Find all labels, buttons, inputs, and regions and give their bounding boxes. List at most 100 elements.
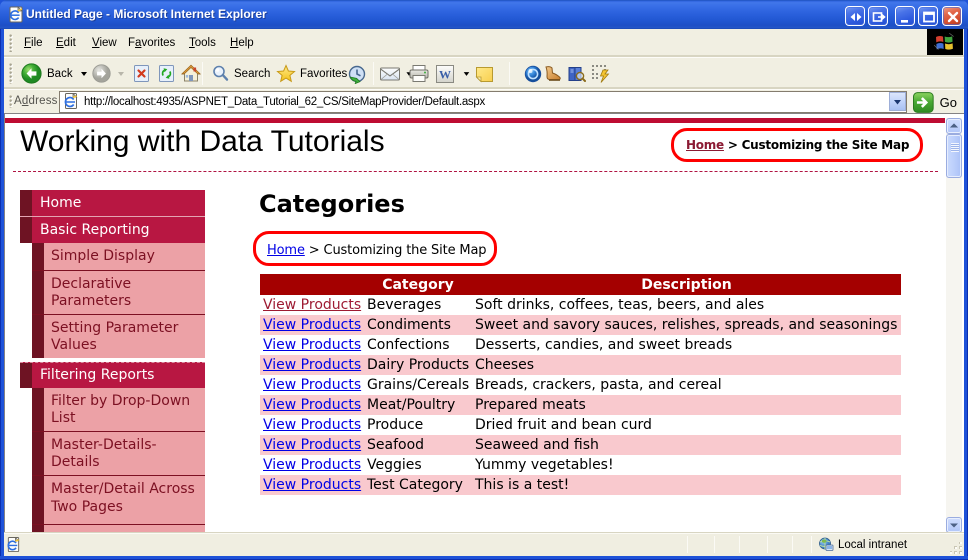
sidebar-item-master-detail-across-two-pages[interactable]: Master/Detail Across Two Pages — [32, 475, 205, 524]
sidebar-item-filtering-reports[interactable]: Filtering Reports — [20, 362, 205, 388]
address-dropdown-button[interactable] — [889, 92, 906, 111]
sidebar-gutter — [20, 217, 32, 244]
sidebar-gutter — [32, 315, 44, 359]
address-url[interactable]: http://localhost:4935/ASPNET_Data_Tutori… — [84, 96, 485, 108]
menu-help[interactable]: Help — [223, 29, 261, 57]
minimize-button[interactable] — [895, 6, 915, 26]
svg-text:W: W — [439, 67, 451, 81]
breadcrumb-content-separator: > — [308, 243, 320, 258]
category-column-header: Category — [364, 274, 472, 295]
print-button[interactable] — [408, 60, 430, 87]
breadcrumb-top-current: Customizing the Site Map — [741, 138, 910, 152]
view-products-cell: View Products — [260, 335, 364, 355]
full-screen-button[interactable] — [868, 6, 888, 26]
menu-edit[interactable]: Edit — [49, 29, 83, 57]
search-icon — [213, 65, 229, 81]
maximize-button[interactable] — [918, 6, 938, 26]
addressbar-grip[interactable] — [9, 95, 13, 108]
breadcrumb-content-home-link[interactable]: Home — [267, 243, 305, 258]
scrollbar-down-button[interactable] — [946, 517, 962, 532]
categories-table: Category Description View Products Bevera… — [260, 274, 901, 495]
view-products-cell: View Products — [260, 475, 364, 495]
view-products-link[interactable]: View Products — [263, 397, 361, 413]
content-title: Categories — [259, 190, 405, 218]
breadcrumb-content: Home > Customizing the Site Map — [267, 243, 487, 258]
scroll-up-arrow-icon — [950, 123, 958, 128]
scrollbar-up-button[interactable] — [946, 118, 962, 134]
view-products-cell: View Products — [260, 355, 364, 375]
statusbar-separator — [687, 536, 688, 553]
forward-button[interactable] — [92, 60, 128, 87]
edit-with-word-button[interactable]: W — [435, 60, 473, 87]
onenote-button[interactable] — [475, 60, 494, 87]
back-button[interactable]: Back — [21, 60, 91, 87]
menu-favorites[interactable]: Favorites — [121, 29, 182, 57]
statusbar-separator — [811, 536, 812, 553]
sidebar-gutter — [20, 363, 32, 388]
vertical-scrollbar[interactable] — [946, 118, 962, 532]
sidebar-gutter — [32, 476, 44, 524]
window-border-bottom — [0, 556, 968, 560]
scrollbar-thumb[interactable] — [946, 134, 962, 178]
view-products-link[interactable]: View Products — [263, 297, 361, 313]
resize-grip[interactable] — [950, 542, 963, 555]
history-button[interactable] — [347, 60, 367, 87]
window-border-left — [0, 29, 4, 560]
view-products-link[interactable]: View Products — [263, 377, 361, 393]
view-products-link[interactable]: View Products — [263, 437, 361, 453]
standard-buttons-toolbar: Back Search Favorites W — [4, 57, 964, 89]
window-border-right — [964, 29, 968, 560]
search-button[interactable]: Search — [211, 60, 270, 87]
close-button[interactable] — [942, 6, 962, 26]
table-row: View Products Condiments Sweet and savory … — [260, 315, 901, 335]
sidebar-item-declarative-parameters[interactable]: Declarative Parameters — [32, 269, 205, 315]
view-products-link[interactable]: View Products — [263, 457, 361, 473]
home-button[interactable] — [181, 60, 201, 87]
word-edit-icon: W — [436, 64, 454, 83]
smart-size-button[interactable] — [845, 6, 865, 26]
view-products-link[interactable]: View Products — [263, 337, 361, 353]
refresh-button[interactable] — [158, 60, 175, 87]
view-products-link[interactable]: View Products — [263, 477, 361, 493]
view-products-cell: View Products — [260, 295, 364, 315]
menu-tools[interactable]: Tools — [182, 29, 223, 57]
menu-view[interactable]: View — [85, 29, 124, 57]
sidebar-item-home[interactable]: Home — [20, 190, 205, 217]
edit-dropdown-caret — [463, 71, 470, 76]
view-products-link[interactable]: View Products — [263, 417, 361, 433]
browser-viewport: Working with Data Tutorials Home > Custo… — [4, 113, 964, 532]
toolbar-separator — [373, 62, 374, 85]
sidebar-item-filter-by-drop-down-list[interactable]: Filter by Drop-Down List — [32, 387, 205, 432]
sidebar-item-simple-display[interactable]: Simple Display — [32, 243, 205, 270]
go-button[interactable]: Go — [913, 91, 957, 114]
mail-icon — [380, 67, 400, 81]
html-tidy-button[interactable] — [591, 60, 611, 87]
favorites-label: Favorites — [300, 67, 348, 80]
menubar-grip[interactable] — [9, 34, 13, 52]
skin-chooser-button[interactable] — [543, 60, 562, 87]
favorites-button[interactable]: Favorites — [276, 60, 347, 87]
sidebar-item-partial[interactable] — [32, 523, 205, 532]
address-label: Address — [14, 95, 58, 107]
breadcrumb-top-home-link[interactable]: Home — [686, 138, 724, 152]
view-products-link[interactable]: View Products — [263, 357, 361, 373]
address-bar: Address http://localhost:4935/ASPNET_Dat… — [4, 89, 964, 113]
menu-file[interactable]: File — [17, 29, 50, 57]
sidebar-item-basic-reporting[interactable]: Basic Reporting — [20, 216, 205, 244]
messenger-button[interactable] — [524, 60, 542, 87]
menu-item-label: Tools — [189, 37, 216, 49]
sidebar-item-master-details-details[interactable]: Master-Details-Details — [32, 431, 205, 476]
pixel-grid-icon — [592, 65, 610, 83]
table-row: View Products Seafood Seaweed and fish — [260, 435, 901, 455]
window-title: Untitled Page - Microsoft Internet Explo… — [26, 7, 267, 21]
address-field[interactable]: http://localhost:4935/ASPNET_Data_Tutori… — [59, 91, 907, 113]
forward-icon — [92, 64, 111, 83]
sidebar-item-setting-parameter-values[interactable]: Setting Parameter Values — [32, 314, 205, 359]
breadcrumb-annotation-content: Home > Customizing the Site Map — [253, 231, 497, 266]
go-arrow-icon — [913, 92, 934, 113]
research-button[interactable] — [567, 60, 586, 87]
toolbar-grip[interactable] — [9, 63, 13, 84]
stop-button[interactable] — [133, 60, 150, 87]
view-products-link[interactable]: View Products — [263, 317, 361, 333]
table-row: View Products Grains/Cereals Breads, crack… — [260, 375, 901, 395]
